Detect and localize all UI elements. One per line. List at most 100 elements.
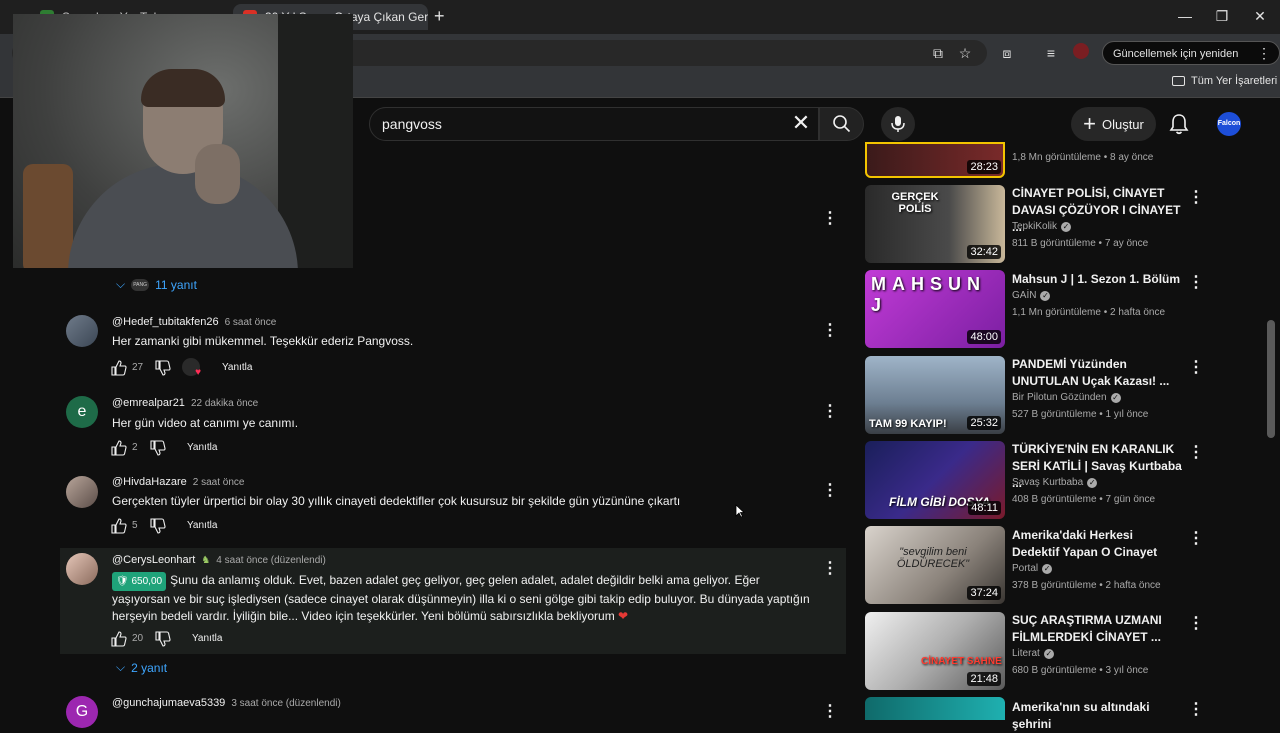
video-duration: 32:42: [967, 245, 1001, 259]
channel-name: Portal: [1012, 563, 1039, 574]
video-menu-icon[interactable]: ⋮: [1188, 442, 1204, 462]
thumbnail-text: MAHSUN J: [871, 274, 986, 315]
avatar[interactable]: [66, 315, 98, 347]
dislike-icon[interactable]: [150, 440, 166, 456]
clear-search-icon[interactable]: ✕: [791, 112, 811, 134]
comment-menu-icon[interactable]: ⋮: [822, 210, 838, 228]
comment-menu-icon[interactable]: ⋮: [822, 560, 838, 578]
video-menu-icon[interactable]: ⋮: [1188, 272, 1204, 292]
avatar[interactable]: [66, 476, 98, 508]
view-replies-button[interactable]: ⌵ PANG 11 yanıt: [116, 277, 197, 292]
comment-time[interactable]: 4 saat önce (düzenlendi): [216, 555, 326, 566]
comment-text: 🛡 650,00 Şunu da anlamış olduk. Evet, baz…: [112, 572, 812, 625]
video-channel[interactable]: Bir Pilotun Gözünden ✓: [1012, 392, 1121, 403]
video-channel[interactable]: TepkiKolik ✓: [1012, 221, 1072, 232]
all-bookmarks[interactable]: Tüm Yer İşaretleri: [1172, 75, 1277, 87]
comment-author[interactable]: @HivdaHazare: [112, 476, 187, 488]
video-title[interactable]: Amerika'nın su altındaki şehrini: [1012, 699, 1182, 733]
restore-icon[interactable]: ❐: [1212, 8, 1232, 25]
menu-dots-icon[interactable]: ⋮: [1254, 43, 1274, 63]
like-icon[interactable]: [111, 518, 127, 534]
reply-button[interactable]: Yanıtla: [187, 520, 217, 531]
sidebar-video-thumbnail[interactable]: TAM 99 KAYIP! 25:32: [865, 356, 1005, 434]
extensions-icon[interactable]: ⧈: [997, 43, 1017, 63]
comment-menu-icon[interactable]: ⋮: [822, 322, 838, 340]
replies-count: 11 yanıt: [155, 277, 197, 292]
reply-button[interactable]: Yanıtla: [222, 362, 252, 373]
sidebar-video-thumbnail[interactable]: 28:23: [865, 142, 1005, 178]
verified-icon: ✓: [1043, 648, 1054, 659]
view-replies-button[interactable]: ⌵ 2 yanıt: [116, 660, 167, 675]
plus-icon: +: [1083, 111, 1096, 136]
search-button[interactable]: [819, 107, 864, 141]
verified-icon: ✓: [1061, 221, 1072, 232]
video-title[interactable]: SUÇ ARAŞTIRMA UZMANI FİLMLERDEKİ CİNAYET…: [1012, 612, 1182, 646]
sidebar-video-thumbnail[interactable]: [865, 697, 1005, 720]
close-window-icon[interactable]: ✕: [1250, 8, 1270, 25]
webcam-door: [278, 14, 353, 268]
comment-time[interactable]: 2 saat önce: [193, 477, 245, 488]
video-meta: 811 B görüntüleme • 7 ay önce: [1012, 238, 1149, 249]
video-meta: 1,8 Mn görüntüleme • 8 ay önce: [1012, 152, 1154, 163]
video-menu-icon[interactable]: ⋮: [1188, 528, 1204, 548]
dislike-icon[interactable]: [155, 631, 171, 647]
like-count: 2: [132, 442, 138, 453]
avatar[interactable]: G: [66, 696, 98, 728]
comment-author[interactable]: @gunchajumaeva5339: [112, 697, 225, 709]
new-tab-icon[interactable]: +: [434, 6, 445, 27]
page-scrollbar[interactable]: [1267, 320, 1275, 438]
reply-button[interactable]: Yanıtla: [187, 442, 217, 453]
comment-author[interactable]: @CerysLeonhart: [112, 554, 195, 566]
minimize-icon[interactable]: —: [1175, 8, 1195, 24]
bookmark-star-icon[interactable]: ☆: [955, 43, 975, 63]
notifications-button[interactable]: [1169, 113, 1189, 140]
comment-author[interactable]: @Hedef_tubitakfen26: [112, 316, 219, 328]
sidebar-video-thumbnail[interactable]: FİLM GİBİ DOSYA 48:11: [865, 441, 1005, 519]
video-channel[interactable]: Portal ✓: [1012, 563, 1053, 574]
video-title[interactable]: Mahsun J | 1. Sezon 1. Bölüm: [1012, 271, 1182, 288]
video-menu-icon[interactable]: ⋮: [1188, 357, 1204, 377]
dislike-icon[interactable]: [150, 518, 166, 534]
comment-menu-icon[interactable]: ⋮: [822, 403, 838, 421]
avatar[interactable]: [66, 553, 98, 585]
sidebar-video-thumbnail[interactable]: "sevgilim beni ÖLDÜRECEK" 37:24: [865, 526, 1005, 604]
comment-time[interactable]: 6 saat önce: [225, 317, 277, 328]
comment-body: Şunu da anlamış olduk. Evet, bazen adale…: [112, 573, 810, 623]
media-queue-icon[interactable]: ≡: [1041, 43, 1061, 63]
comment-menu-icon[interactable]: ⋮: [822, 703, 838, 721]
install-app-icon[interactable]: ⧉: [928, 43, 948, 63]
like-icon[interactable]: [111, 440, 127, 456]
video-meta: 378 B görüntüleme • 2 hafta önce: [1012, 580, 1161, 591]
comment-time[interactable]: 22 dakika önce: [191, 398, 258, 409]
creator-heart-icon: ♥: [182, 358, 201, 378]
like-icon[interactable]: [111, 631, 127, 647]
comment-text: Her zamanki gibi mükemmel. Teşekkür eder…: [112, 334, 414, 348]
video-title[interactable]: PANDEMİ Yüzünden UNUTULAN Uçak Kazası! .…: [1012, 356, 1182, 390]
video-channel[interactable]: GAİN ✓: [1012, 290, 1051, 301]
video-title[interactable]: Amerika'daki Herkesi Dedektif Yapan O Ci…: [1012, 527, 1182, 561]
account-avatar[interactable]: Falcon: [1217, 112, 1241, 136]
video-menu-icon[interactable]: ⋮: [1188, 613, 1204, 633]
sidebar-video-thumbnail[interactable]: CİNAYET SAHNE 21:48: [865, 612, 1005, 690]
like-icon[interactable]: [111, 360, 127, 376]
comment-time[interactable]: 3 saat önce (düzenlendi): [231, 698, 341, 709]
video-meta: 527 B görüntüleme • 1 yıl önce: [1012, 409, 1149, 420]
comment-menu-icon[interactable]: ⋮: [822, 482, 838, 500]
video-menu-icon[interactable]: ⋮: [1188, 187, 1204, 207]
video-meta: 680 B görüntüleme • 3 yıl önce: [1012, 665, 1149, 676]
video-duration: 25:32: [967, 416, 1001, 430]
microphone-icon: [891, 116, 905, 132]
super-thanks-badge: 🛡 650,00: [112, 572, 167, 591]
comment-author[interactable]: @emrealpar21: [112, 397, 185, 409]
sidebar-video-thumbnail[interactable]: MAHSUN J 48:00: [865, 270, 1005, 348]
voice-search-button[interactable]: [881, 107, 915, 141]
profile-icon[interactable]: [1071, 43, 1091, 63]
avatar[interactable]: e: [66, 396, 98, 428]
sidebar-video-thumbnail[interactable]: GERÇEK POLİS 32:42: [865, 185, 1005, 263]
video-channel[interactable]: Literat ✓: [1012, 648, 1054, 659]
create-button[interactable]: + Oluştur: [1071, 107, 1156, 141]
dislike-icon[interactable]: [155, 360, 171, 376]
video-menu-icon[interactable]: ⋮: [1188, 699, 1204, 719]
video-channel[interactable]: Savaş Kurtbaba ✓: [1012, 477, 1098, 488]
reply-button[interactable]: Yanıtla: [192, 633, 222, 644]
